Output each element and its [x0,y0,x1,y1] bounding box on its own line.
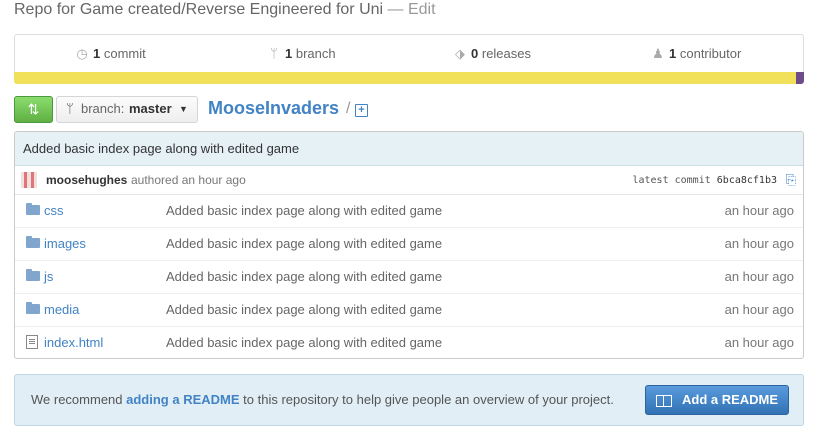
contributors-label: contributor [679,46,742,61]
releases-count: 0 [471,46,479,61]
branch-icon: ᛘ [270,46,278,61]
commits-count: 1 [93,46,101,61]
file-name-link[interactable]: js [44,261,53,293]
history-icon: ◷ [76,46,88,61]
latest-commit: latest commit 6bca8cf1b3 [632,167,777,195]
table-row: index.html Added basic index page along w… [15,326,803,358]
file-age: an hour ago [724,302,794,317]
branch-name: master [129,101,172,116]
path-separator: / [346,100,351,117]
contributors-summary[interactable]: ♟ 1 contributor [651,46,741,62]
tag-icon: ⬗ [455,46,465,61]
readme-recommendation: We recommend adding a README to this rep… [14,374,804,426]
file-name-link[interactable]: media [44,294,79,326]
releases-label: releases [481,46,531,61]
commit-sha-link[interactable]: 6bca8cf1b3 [717,175,777,186]
file-age: an hour ago [724,203,794,218]
file-name-link[interactable]: index.html [44,327,103,358]
branch-select-button[interactable]: ᛘ branch: master ▼ [56,96,198,123]
book-icon [656,395,672,407]
table-row: js Added basic index page along with edit… [15,260,803,293]
language-bar[interactable] [14,72,804,84]
compare-button[interactable]: ⇅ [14,96,53,123]
language-segment-secondary[interactable] [796,72,804,84]
file-age: an hour ago [724,269,794,284]
compare-icon: ⇅ [27,101,40,117]
file-table: Added basic index page along with edited… [14,131,804,359]
repo-name-link[interactable]: MooseInvaders [208,98,339,119]
organization-icon: ♟ [652,46,664,61]
add-readme-button[interactable]: Add a README [645,385,789,415]
branch-label: branch: [81,101,125,116]
readme-text-after: to this repository to help give people a… [243,392,614,407]
file-commit-message[interactable]: Added basic index page along with edited… [166,294,442,326]
file-age: an hour ago [724,335,794,350]
clipboard-icon[interactable]: ⎘ [786,166,796,194]
file-name-link[interactable]: css [44,195,64,227]
file-commit-message[interactable]: Added basic index page along with edited… [166,195,442,227]
branch-icon: ᛘ [66,101,74,116]
commit-time: authored an hour ago [131,173,246,187]
file-commit-message[interactable]: Added basic index page along with edited… [166,228,442,260]
avatar[interactable] [21,172,37,188]
releases-summary[interactable]: ⬗ 0 releases [453,46,531,62]
add-readme-button-label: Add a README [682,392,779,407]
commit-meta: moosehughes authored an hour ago latest … [15,166,803,195]
language-segment-primary[interactable] [14,72,797,84]
contributors-count: 1 [669,46,677,61]
commits-summary[interactable]: ◷ 1 commit [75,46,146,62]
new-file-icon[interactable]: + [355,104,368,117]
add-readme-link[interactable]: adding a README [126,392,239,407]
file-commit-message[interactable]: Added basic index page along with edited… [166,261,442,293]
commit-author[interactable]: moosehughes [46,166,127,194]
table-row: media Added basic index page along with e… [15,293,803,326]
repo-description: Repo for Game created/Reverse Engineered… [14,1,436,19]
table-row: images Added basic index page along with … [15,227,803,260]
repo-description-text: Repo for Game created/Reverse Engineered… [14,1,384,18]
latest-commit-label: latest commit [632,175,711,186]
branches-summary[interactable]: ᛘ1 branch [267,46,336,61]
file-age: an hour ago [724,236,794,251]
edit-description-link[interactable]: — Edit [388,1,436,18]
readme-text: We recommend adding a README to this rep… [31,375,614,425]
file-name-link[interactable]: images [44,228,86,260]
latest-commit-message[interactable]: Added basic index page along with edited… [15,132,803,166]
chevron-down-icon: ▼ [179,104,188,114]
readme-text-before: We recommend [31,392,123,407]
repo-summary: ◷ 1 commit ᛘ1 branch ⬗ 0 releases ♟ 1 contr… [14,34,804,72]
commits-label: commit [103,46,146,61]
file-commit-message[interactable]: Added basic index page along with edited… [166,327,442,358]
table-row: css Added basic index page along with edi… [15,195,803,227]
branches-label: branch [295,46,336,61]
file-list: css Added basic index page along with edi… [15,195,803,358]
branches-count: 1 [285,46,293,61]
